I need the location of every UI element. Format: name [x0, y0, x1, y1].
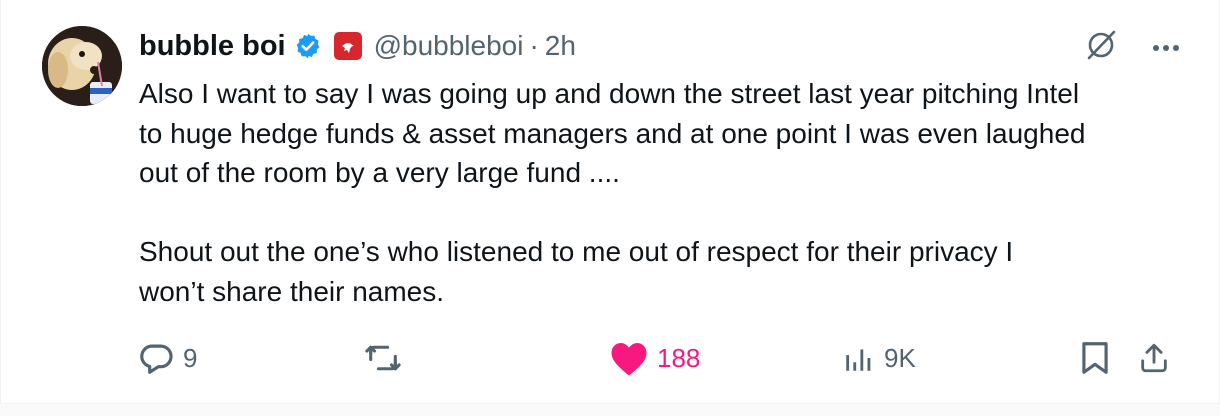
- author-name[interactable]: bubble boi: [139, 30, 286, 63]
- like-count: 188: [657, 342, 701, 373]
- repost-button[interactable]: [363, 338, 411, 378]
- share-button[interactable]: [1137, 338, 1171, 378]
- timestamp[interactable]: 2h: [545, 30, 576, 62]
- like-icon: [611, 343, 647, 376]
- reply-count: 9: [183, 342, 198, 373]
- divider: [0, 404, 1220, 416]
- views-count: 9K: [884, 342, 916, 373]
- repost-icon: [365, 345, 401, 371]
- views-icon: [846, 349, 871, 371]
- tweet-text: Also I want to say I was going up and do…: [139, 78, 1086, 307]
- more-icon[interactable]: [1152, 39, 1180, 57]
- reply-button[interactable]: 9: [137, 338, 197, 378]
- avatar[interactable]: [42, 26, 122, 106]
- like-button[interactable]: 188: [609, 338, 700, 378]
- tweet-actions-bar: 9 188 9K: [137, 338, 1177, 378]
- tweet-top-actions: [1084, 28, 1180, 67]
- grok-icon[interactable]: [1084, 28, 1118, 67]
- share-icon: [1141, 343, 1167, 373]
- affiliate-badge-icon[interactable]: [333, 32, 362, 60]
- bookmark-button[interactable]: [1079, 338, 1111, 378]
- author-handle[interactable]: @bubbleboi: [374, 30, 524, 62]
- views-button[interactable]: 9K: [842, 338, 916, 378]
- reply-icon: [140, 344, 173, 374]
- bookmark-icon: [1082, 342, 1108, 374]
- verified-badge-icon: [294, 32, 322, 60]
- separator: ·: [529, 30, 539, 61]
- tweet-header: bubble boi @bubbleboi · 2h: [139, 26, 576, 66]
